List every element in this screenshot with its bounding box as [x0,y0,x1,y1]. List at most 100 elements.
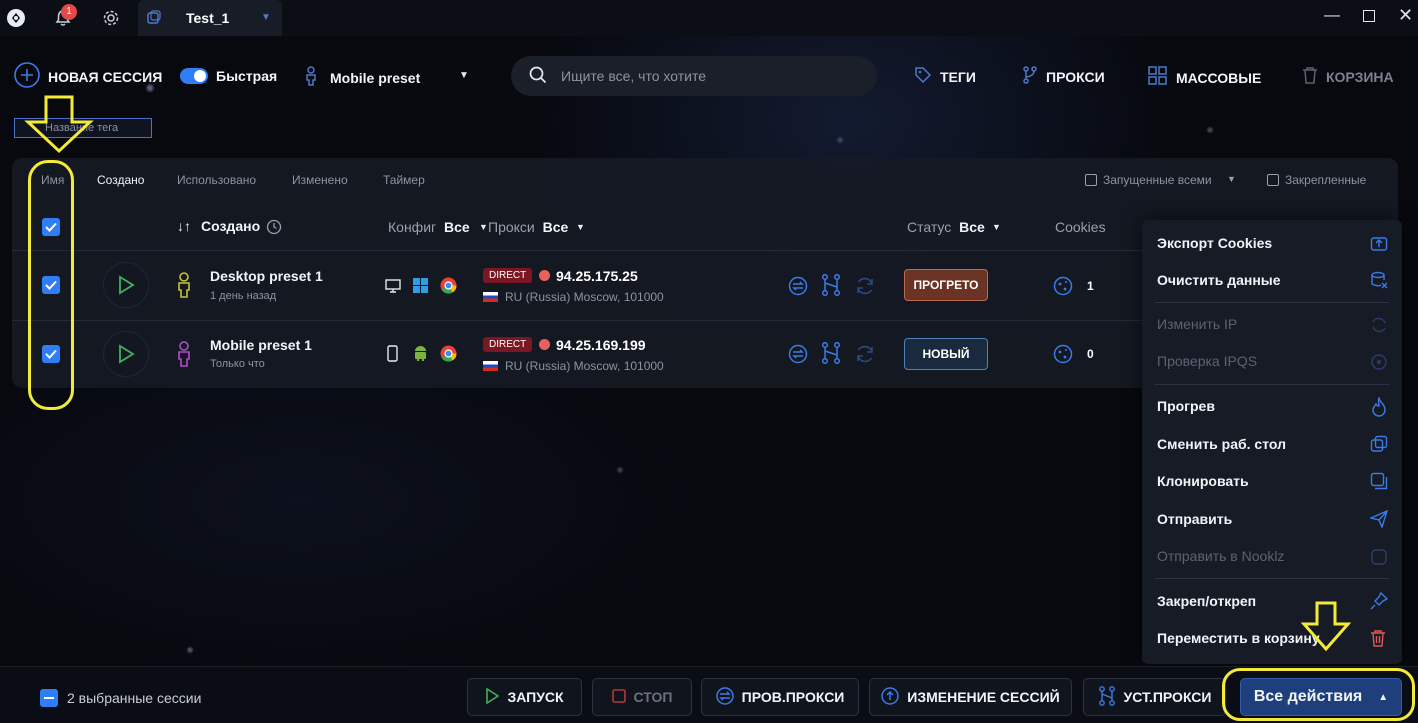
menu-separator [1155,302,1389,303]
proxies-button[interactable]: ПРОКСИ [1022,66,1105,87]
trash-icon [1302,66,1318,87]
header-status-label: Статус [907,219,952,235]
proxy-ip[interactable]: 94.25.175.25 [556,268,638,284]
change-sessions-label: ИЗМЕНЕНИЕ СЕССИЙ [907,689,1060,705]
search-placeholder: Ищите все, что хотите [561,68,706,84]
annotation-arrow-icon [24,94,94,159]
sort-tab-created[interactable]: Создано [97,173,144,187]
check-proxy-button[interactable]: ПРОВ.ПРОКСИ [701,678,859,716]
sort-tab-modified[interactable]: Изменено [292,173,348,187]
play-button[interactable] [103,262,149,308]
play-icon [485,687,500,707]
pin-icon [1370,591,1389,615]
menu-item-change-ip: Изменить IP [1157,316,1238,332]
proxy-icon [1022,66,1038,87]
header-proxy[interactable]: Прокси Все [488,219,568,235]
gear-icon[interactable] [102,9,120,32]
set-proxy-icon[interactable] [821,341,841,369]
proxy-dropdown-icon[interactable]: ▼ [576,222,585,232]
russia-flag-icon [483,292,498,302]
chrome-icon [440,277,457,299]
launch-button[interactable]: ЗАПУСК [467,678,582,716]
notification-badge: 1 [61,4,77,20]
header-proxy-value: Все [542,219,569,235]
preset-dropdown-icon[interactable]: ▼ [459,70,469,81]
set-proxy-icon [1098,685,1116,709]
proxy-status-dot [539,339,550,350]
header-status[interactable]: Статус Все [907,219,985,235]
menu-item-pin[interactable]: Закреп/откреп [1157,593,1256,609]
clone-icon [1370,472,1388,495]
maximize-icon[interactable] [1363,10,1375,22]
database-clear-icon [1370,271,1388,294]
pinned-label: Закрепленные [1285,173,1367,187]
menu-item-move-trash[interactable]: Переместить в корзину [1157,630,1320,646]
menu-item-export-cookies[interactable]: Экспорт Cookies [1157,235,1272,251]
tag-icon [914,66,932,87]
send-icon [1368,509,1389,533]
status-badge[interactable]: ПРОГРЕТО [904,269,988,301]
trash-label: КОРЗИНА [1326,68,1394,85]
new-session-button[interactable]: НОВАЯ СЕССИЯ [14,62,162,91]
menu-separator [1155,578,1389,579]
menu-item-clear-data[interactable]: Очистить данные [1157,272,1281,288]
preset-select[interactable]: Mobile preset [304,66,420,89]
set-proxy-button[interactable]: УСТ.ПРОКСИ [1083,678,1226,716]
cookie-count: 0 [1087,347,1094,361]
menu-item-send[interactable]: Отправить [1157,511,1232,527]
menu-item-warmup[interactable]: Прогрев [1157,398,1215,414]
change-sessions-button[interactable]: ИЗМЕНЕНИЕ СЕССИЙ [869,678,1072,716]
stop-icon [611,688,626,706]
check-proxy-icon[interactable] [788,276,808,301]
header-config-value: Все [444,219,470,235]
stop-label: СТОП [633,689,673,705]
session-name[interactable]: Mobile preset 1 [210,337,312,353]
tab-dropdown-icon[interactable]: ▼ [261,12,271,23]
launched-all-label: Запущенные всеми [1103,173,1212,187]
minimize-icon[interactable]: — [1324,7,1340,25]
sort-tab-timer[interactable]: Таймер [383,173,425,187]
sort-tab-used[interactable]: Использовано [177,173,256,187]
config-dropdown-icon[interactable]: ▼ [479,222,488,232]
menu-separator [1155,384,1389,385]
proxy-ip[interactable]: 94.25.169.199 [556,337,646,353]
divider [12,250,1142,251]
status-badge[interactable]: НОВЫЙ [904,338,988,370]
play-button[interactable] [103,331,149,377]
cookie-icon [1053,344,1073,369]
check-proxy-icon[interactable] [788,344,808,369]
header-status-value: Все [959,219,985,235]
search-input[interactable]: Ищите все, что хотите [511,56,877,96]
set-proxy-icon[interactable] [821,273,841,301]
launched-all-dropdown-icon[interactable]: ▼ [1227,174,1236,184]
monitor-icon [385,279,401,298]
menu-item-change-desktop[interactable]: Сменить раб. стол [1157,436,1286,452]
session-name[interactable]: Desktop preset 1 [210,268,323,284]
tags-label: ТЕГИ [940,68,976,85]
annotation-highlight-checkboxes [28,160,74,410]
tags-button[interactable]: ТЕГИ [914,66,976,87]
menu-item-clone[interactable]: Клонировать [1157,473,1249,489]
trash-button[interactable]: КОРЗИНА [1302,66,1394,87]
tab-profile-icon [146,10,162,31]
proxy-status-dot [539,270,550,281]
refresh-icon[interactable] [855,276,875,301]
deselect-checkbox[interactable] [40,689,58,707]
launched-all-checkbox[interactable] [1085,174,1097,186]
close-icon[interactable]: ✕ [1398,5,1413,26]
selected-count: 2 выбранные сессии [67,690,202,706]
bulk-button[interactable]: МАССОВЫЕ [1148,66,1261,89]
proxy-location: RU (Russia) Moscow, 101000 [505,290,664,304]
status-dropdown-icon[interactable]: ▼ [992,222,1001,232]
toggle-switch[interactable] [180,68,208,84]
refresh-icon[interactable] [855,344,875,369]
header-config[interactable]: Конфиг Все [388,219,470,235]
search-icon [529,66,547,87]
check-proxy-icon [715,686,734,708]
stop-button[interactable]: СТОП [592,678,692,716]
pinned-checkbox[interactable] [1267,174,1279,186]
quick-toggle[interactable]: Быстрая [180,68,277,84]
export-icon [1370,234,1388,257]
sort-arrow-icon[interactable]: ↓↑ [177,218,191,234]
header-created[interactable]: Создано [201,218,260,234]
